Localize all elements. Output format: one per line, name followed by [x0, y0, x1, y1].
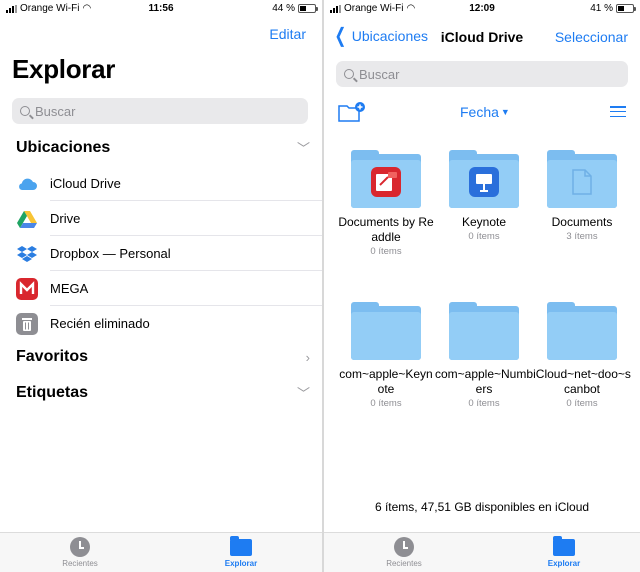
folder-meta: 0 ítems: [370, 398, 402, 409]
search-bar[interactable]: [336, 61, 628, 87]
keynote-icon: [469, 166, 499, 202]
storage-info: 6 ítems, 47,51 GB disponibles en iCloud: [374, 500, 590, 514]
explore-screen: Orange Wi-Fi ◠ 11:56 44 % Editar Explora…: [0, 0, 322, 572]
sort-label: Fecha: [460, 104, 499, 120]
folder-icon: [351, 302, 421, 360]
location-label: MEGA: [50, 281, 89, 296]
document-icon: [572, 168, 592, 200]
location-label: Recién eliminado: [50, 316, 150, 331]
folder-item[interactable]: com~apple~Keynote 0 ítems: [336, 302, 436, 409]
location-item-mega[interactable]: MEGA: [0, 271, 322, 306]
trash-icon: [16, 313, 38, 335]
folder-meta: 0 ítems: [468, 231, 500, 242]
locations-header-label: Ubicaciones: [16, 138, 111, 156]
battery-icon: [298, 4, 318, 13]
folder-item[interactable]: Keynote 0 ítems: [434, 150, 534, 242]
tab-label: Recientes: [62, 559, 98, 568]
dropbox-icon: [16, 243, 38, 265]
chevron-right-icon: ›: [305, 349, 310, 365]
tab-label: Explorar: [547, 559, 581, 568]
folder-icon: [547, 302, 617, 360]
status-bar: Orange Wi-Fi ◠ 12:09 41 %: [324, 0, 640, 18]
new-folder-icon[interactable]: [338, 102, 366, 122]
pdf-expert-icon: [371, 166, 401, 202]
location-item-icloud-drive[interactable]: iCloud Drive: [0, 166, 322, 201]
google-drive-icon: [16, 208, 38, 230]
select-button[interactable]: Seleccionar: [555, 29, 628, 45]
folder-icon: [449, 302, 519, 360]
folder-icon: [449, 150, 519, 208]
folder-item[interactable]: com~apple~Numbers 0 ítems: [434, 302, 534, 409]
location-label: Dropbox — Personal: [50, 246, 171, 261]
list-view-icon[interactable]: [610, 106, 626, 120]
location-item-dropbox[interactable]: Dropbox — Personal: [0, 236, 322, 271]
icloud-icon: [16, 173, 38, 195]
battery-icon: [616, 4, 636, 13]
icloud-drive-screen: Orange Wi-Fi ◠ 12:09 41 % ❮ Ubicaciones …: [324, 0, 640, 572]
tab-explore[interactable]: Explorar: [201, 536, 281, 568]
caret-down-icon: ▼: [500, 107, 510, 117]
folder-item[interactable]: Documents 3 ítems: [532, 150, 632, 242]
chevron-down-icon: ﹀: [296, 386, 310, 401]
status-bar: Orange Wi-Fi ◠ 11:56 44 %: [0, 0, 322, 18]
folder-name: Documents by Readdle: [338, 215, 434, 244]
location-item-drive[interactable]: Drive: [0, 201, 322, 236]
tags-header-label: Etiquetas: [16, 383, 89, 401]
folder-item[interactable]: iCloud~net~doo~scanbot 0 ítems: [532, 302, 632, 409]
locations-list: iCloud Drive Drive Dropbox — Personal ME…: [0, 166, 322, 341]
folder-meta: 0 ítems: [566, 398, 598, 409]
folder-icon: [230, 536, 252, 556]
folder-icon: [351, 150, 421, 208]
tab-bar: Recientes Explorar: [0, 532, 322, 572]
folder-meta: 0 ítems: [370, 246, 402, 257]
tab-recents[interactable]: Recientes: [364, 537, 444, 568]
folder-name: Keynote: [461, 215, 507, 229]
tab-recents[interactable]: Recientes: [40, 537, 120, 568]
locations-header[interactable]: Ubicaciones ﹀: [16, 138, 310, 157]
location-label: iCloud Drive: [50, 176, 121, 191]
search-icon: [20, 106, 30, 116]
mega-icon: [16, 278, 38, 300]
folder-name: com~apple~Numbers: [434, 367, 534, 396]
tab-label: Recientes: [386, 559, 422, 568]
folder-name: com~apple~Keynote: [339, 367, 433, 396]
edit-button[interactable]: Editar: [269, 26, 306, 42]
chevron-down-icon: ﹀: [296, 141, 310, 156]
folder-item[interactable]: Documents by Readdle 0 ítems: [336, 150, 436, 257]
folder-meta: 3 ítems: [566, 231, 598, 242]
battery-percent: 44 %: [272, 3, 295, 14]
search-input[interactable]: [35, 103, 308, 119]
clock-icon: [70, 537, 90, 557]
battery-percent: 41 %: [590, 3, 613, 14]
location-label: Drive: [50, 211, 81, 226]
search-input[interactable]: [359, 66, 628, 82]
folder-name: iCloud~net~doo~scanbot: [533, 367, 631, 396]
sort-button[interactable]: Fecha ▼: [460, 104, 510, 120]
clock-icon: [394, 537, 414, 557]
search-bar[interactable]: [12, 98, 308, 124]
folder-name: Documents: [551, 215, 613, 229]
folder-icon: [553, 536, 575, 556]
location-item-recently-deleted[interactable]: Recién eliminado: [0, 306, 322, 341]
favorites-header[interactable]: Favoritos ›: [16, 348, 310, 366]
back-button[interactable]: ❮ Ubicaciones: [332, 25, 429, 47]
page-title: Explorar: [12, 54, 116, 84]
search-icon: [344, 69, 354, 79]
tab-explore[interactable]: Explorar: [524, 536, 604, 568]
tab-label: Explorar: [224, 559, 258, 568]
folder-meta: 0 ítems: [468, 398, 500, 409]
back-label: Ubicaciones: [351, 28, 429, 44]
tags-header[interactable]: Etiquetas ﹀: [16, 383, 310, 402]
favorites-header-label: Favoritos: [16, 348, 89, 365]
tab-bar: Recientes Explorar: [324, 532, 640, 572]
folder-icon: [547, 150, 617, 208]
chevron-left-icon: ❮: [334, 25, 347, 47]
